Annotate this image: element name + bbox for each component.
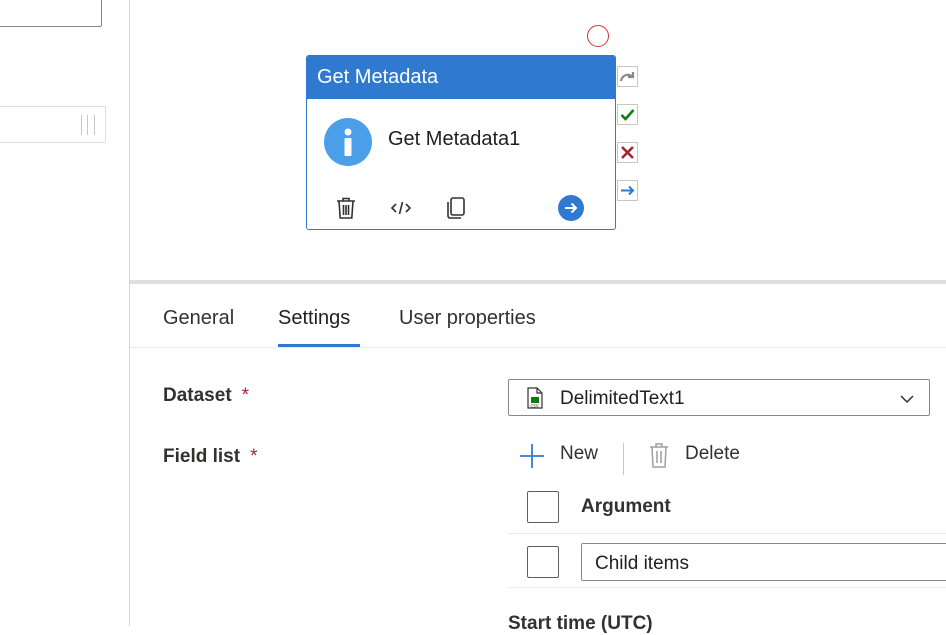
svg-text:CSV: CSV	[531, 404, 539, 409]
activity-card-get-metadata[interactable]: Get Metadata Get Metadata1	[306, 55, 616, 230]
arrow-right-circle-icon[interactable]	[558, 195, 584, 221]
resize-grip-icon[interactable]	[81, 115, 95, 135]
chevron-down-icon	[899, 392, 915, 410]
required-mark: *	[250, 446, 258, 467]
argument-dropdown[interactable]: Child items	[581, 543, 946, 581]
arrow-right-icon[interactable]	[617, 180, 638, 201]
left-text-input[interactable]	[0, 0, 102, 27]
left-panel	[0, 0, 130, 626]
tab-user-properties[interactable]: User properties	[399, 307, 536, 330]
toolbar-separator	[623, 443, 624, 475]
field-list-label: Field list *	[163, 446, 257, 468]
tab-general[interactable]: General	[163, 307, 234, 330]
pane-divider[interactable]	[130, 280, 946, 284]
activity-type-title: Get Metadata	[307, 56, 615, 99]
info-icon	[324, 118, 372, 166]
trash-icon[interactable]	[333, 195, 359, 221]
new-button-label: New	[560, 443, 599, 464]
dataset-label-text: Dataset	[163, 385, 232, 406]
code-icon[interactable]	[388, 195, 414, 221]
tabs-divider	[130, 347, 946, 348]
dataset-label: Dataset *	[163, 385, 249, 407]
field-list-label-text: Field list	[163, 446, 241, 467]
check-icon[interactable]	[617, 104, 638, 125]
activity-name: Get Metadata1	[388, 128, 521, 150]
table-row-divider	[508, 587, 946, 588]
left-resizable-input[interactable]	[0, 106, 106, 143]
error-indicator-icon[interactable]	[587, 25, 609, 47]
trash-icon	[648, 441, 670, 474]
required-mark: *	[241, 385, 250, 406]
delete-button-label: Delete	[685, 443, 740, 464]
dataset-selected-value: DelimitedText1	[560, 388, 685, 409]
plus-icon	[518, 442, 546, 475]
tab-settings[interactable]: Settings	[278, 307, 350, 330]
table-header-divider	[508, 533, 946, 534]
row-checkbox[interactable]	[527, 546, 559, 578]
skip-arrow-icon[interactable]	[617, 66, 638, 87]
x-icon[interactable]	[617, 142, 638, 163]
dataset-dropdown[interactable]: CSV DelimitedText1	[508, 379, 930, 416]
argument-column-header: Argument	[581, 496, 671, 517]
start-time-label: Start time (UTC)	[508, 613, 653, 634]
argument-value: Child items	[595, 553, 689, 574]
csv-file-icon: CSV	[527, 387, 543, 414]
select-all-checkbox[interactable]	[527, 491, 559, 523]
copy-icon[interactable]	[443, 195, 469, 221]
